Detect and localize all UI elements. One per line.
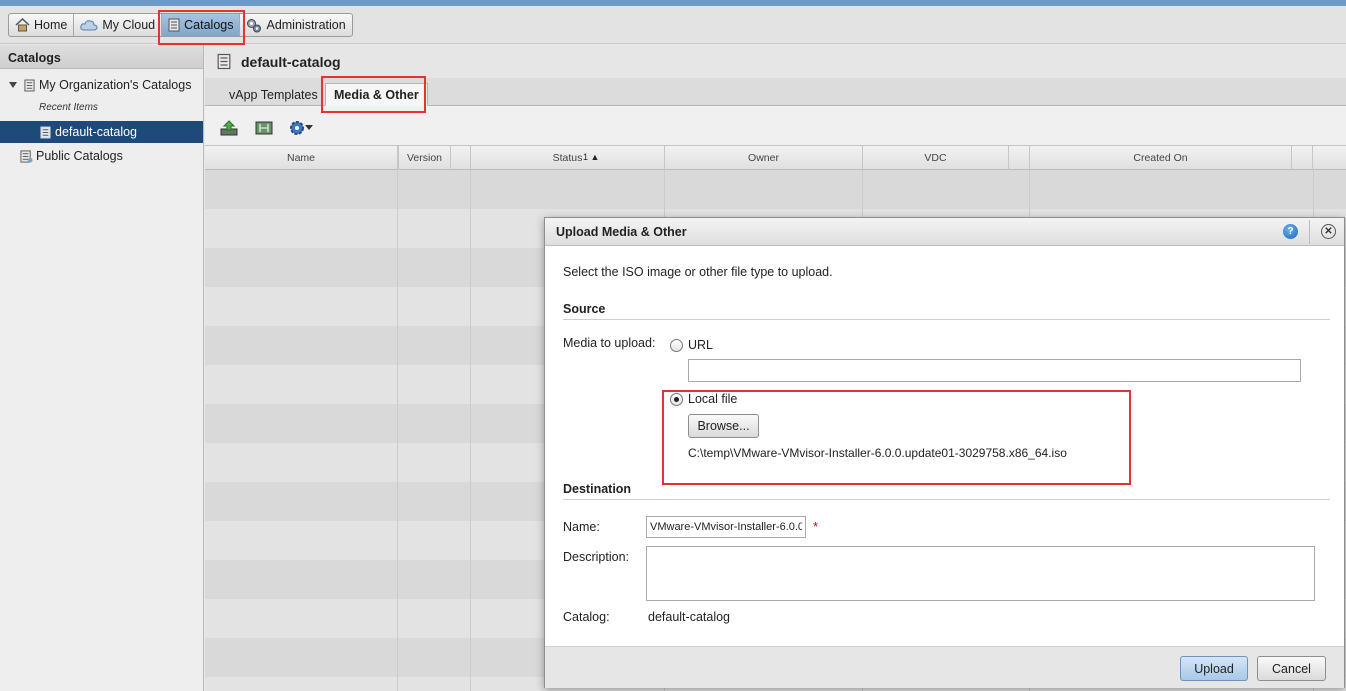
tab-vapp-templates[interactable]: vApp Templates xyxy=(221,83,326,106)
upload-icon xyxy=(220,120,238,136)
column-spacer xyxy=(451,146,471,170)
page-title-bar: default-catalog xyxy=(205,45,1346,78)
org-catalogs-label: My Organization's Catalogs xyxy=(39,78,192,92)
import-icon xyxy=(255,121,273,135)
home-label: Home xyxy=(34,18,68,32)
grid-column-line xyxy=(397,170,398,691)
recent-items-label: Recent Items xyxy=(39,102,98,113)
catalog-label: Catalog: xyxy=(563,610,610,624)
column-header-status[interactable]: Status xyxy=(471,146,665,170)
url-input[interactable] xyxy=(688,359,1301,382)
column-header-owner[interactable]: Owner xyxy=(665,146,863,170)
tree-item-public-catalogs[interactable]: Public Catalogs xyxy=(0,145,203,167)
name-input[interactable] xyxy=(646,516,806,538)
description-label: Description: xyxy=(563,550,629,564)
description-textarea[interactable] xyxy=(646,546,1315,601)
catalog-icon xyxy=(24,79,35,91)
upload-button[interactable]: Upload xyxy=(1180,656,1248,681)
url-radio[interactable] xyxy=(670,339,683,352)
tree-item-default-catalog[interactable]: default-catalog xyxy=(0,121,203,143)
media-tab-highlight-box xyxy=(321,76,426,113)
my-cloud-button[interactable]: My Cloud xyxy=(74,14,163,36)
catalog-icon xyxy=(20,149,33,163)
media-to-upload-label: Media to upload: xyxy=(563,336,656,350)
destination-heading: Destination xyxy=(563,482,632,496)
page-title: default-catalog xyxy=(241,53,341,70)
column-header-created-on[interactable]: Created On xyxy=(1030,146,1292,170)
catalog-value: default-catalog xyxy=(648,610,731,624)
expand-arrow-icon[interactable] xyxy=(8,80,18,90)
administration-label: Administration xyxy=(266,18,346,32)
home-icon xyxy=(15,18,30,32)
grid-column-line xyxy=(470,170,471,691)
local-file-highlight-box xyxy=(662,390,1131,485)
url-option-label: URL xyxy=(688,338,714,352)
sidebar-title: Catalogs xyxy=(0,45,203,69)
column-spacer xyxy=(1292,146,1313,170)
dialog-footer: Upload Cancel xyxy=(545,646,1344,688)
sidebar: Catalogs My Organization's Catalogs Rece… xyxy=(0,45,204,691)
catalog-icon xyxy=(40,126,51,138)
actions-menu-button[interactable] xyxy=(289,119,317,137)
cancel-button[interactable]: Cancel xyxy=(1257,656,1326,681)
column-header-name[interactable]: Name xyxy=(205,146,398,170)
destination-divider xyxy=(563,499,1330,500)
import-button[interactable] xyxy=(255,119,277,137)
home-button[interactable]: Home xyxy=(9,14,75,36)
source-divider xyxy=(563,319,1330,320)
cloud-icon xyxy=(80,20,98,31)
column-header-version[interactable]: Version xyxy=(398,146,451,170)
my-cloud-label: My Cloud xyxy=(102,18,156,32)
upload-button[interactable] xyxy=(220,119,242,137)
dropdown-arrow-icon xyxy=(305,125,313,130)
dialog-intro: Select the ISO image or other file type … xyxy=(563,265,833,279)
default-catalog-label: default-catalog xyxy=(55,125,138,139)
gear-icon xyxy=(290,121,304,135)
tree-item-org-catalogs[interactable]: My Organization's Catalogs xyxy=(0,74,203,96)
header-divider xyxy=(1309,220,1310,244)
help-icon[interactable]: ? xyxy=(1283,224,1298,239)
catalogs-highlight-box xyxy=(158,10,245,45)
close-icon[interactable]: ✕ xyxy=(1321,224,1336,239)
administration-button[interactable]: Administration xyxy=(240,14,351,36)
grid-header: Name 1 ▲ Version Status Owner VDC Create… xyxy=(205,145,1346,170)
public-catalogs-label: Public Catalogs xyxy=(36,149,123,163)
required-marker: * xyxy=(813,519,819,534)
dialog-title: Upload Media & Other xyxy=(556,224,687,239)
column-header-vdc[interactable]: VDC xyxy=(863,146,1009,170)
gears-icon xyxy=(247,18,262,32)
source-heading: Source xyxy=(563,302,606,316)
catalog-icon xyxy=(217,53,231,70)
column-spacer xyxy=(1009,146,1030,170)
name-label: Name: xyxy=(563,520,600,534)
dialog-header: Upload Media & Other ? ✕ xyxy=(545,218,1344,246)
